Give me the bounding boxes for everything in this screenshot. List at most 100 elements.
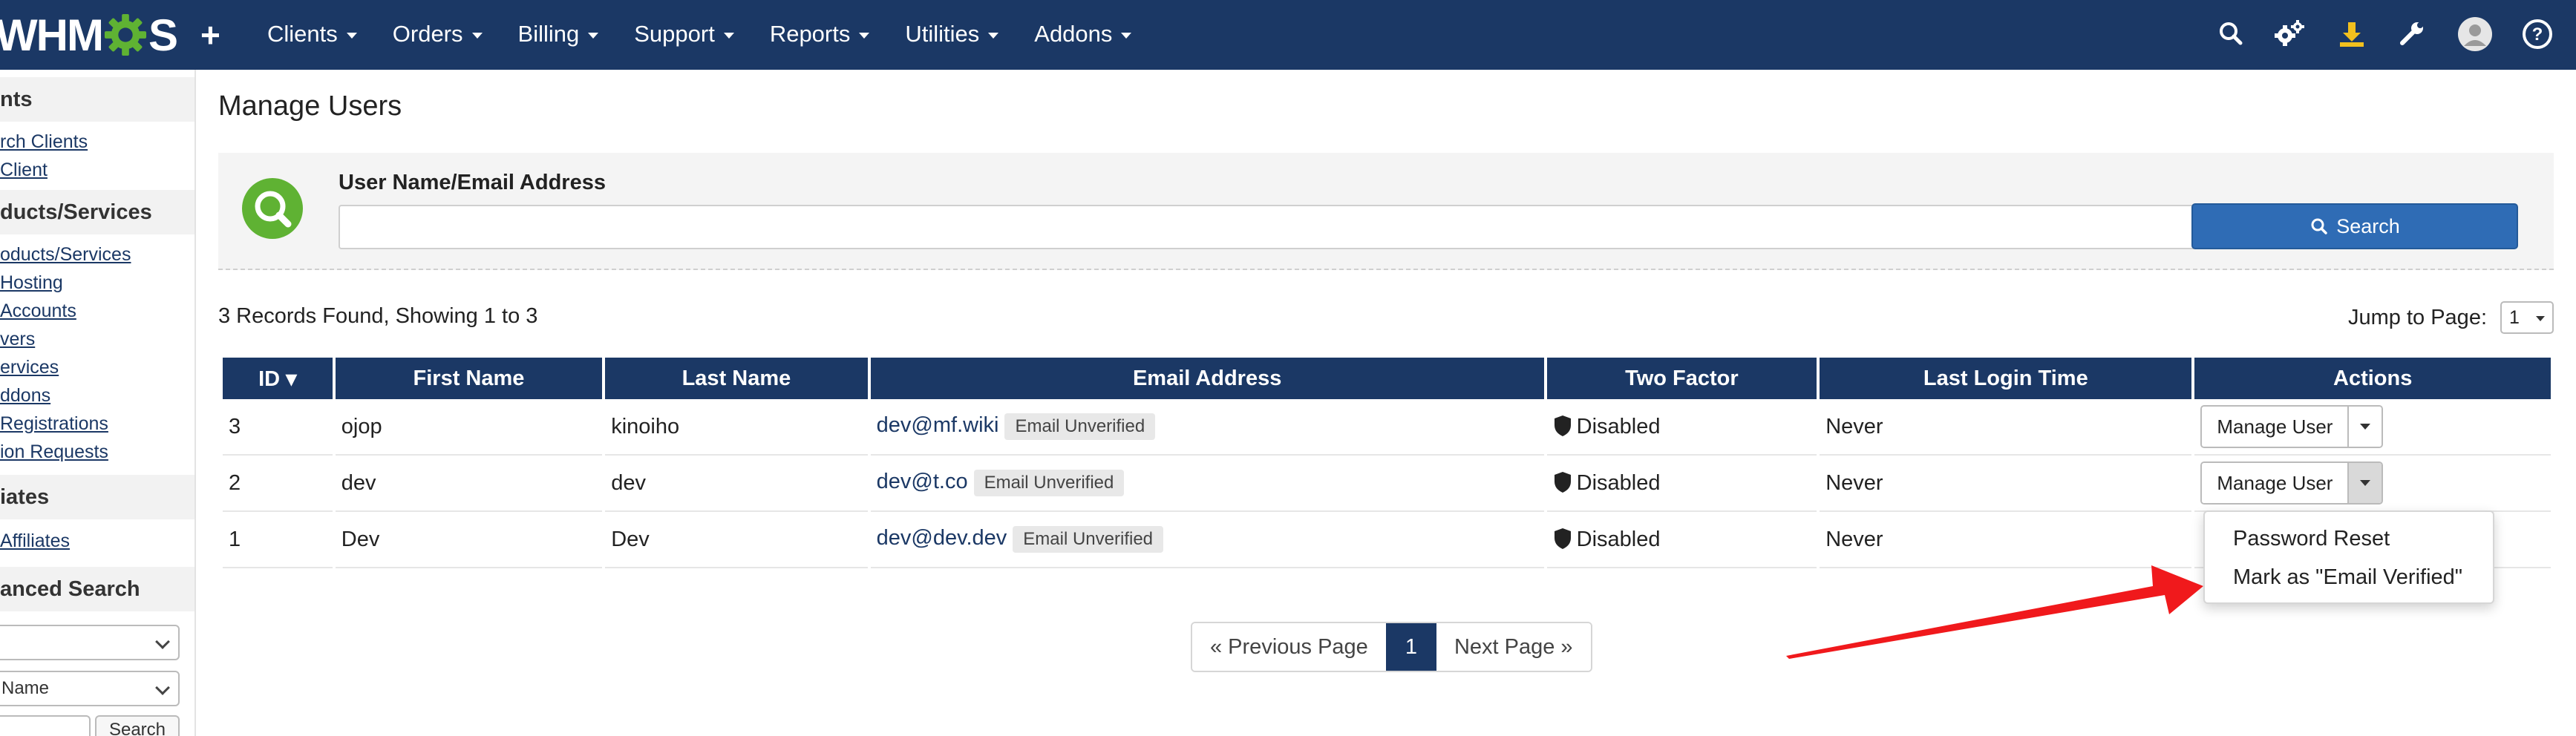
column-header-email[interactable]: Email Address [870, 358, 1544, 399]
advanced-search-input[interactable] [0, 715, 91, 736]
logo-text-left: WHM [0, 10, 104, 60]
chevron-down-icon [155, 634, 170, 649]
column-header-actions: Actions [2194, 358, 2551, 399]
add-new-button[interactable]: + [200, 13, 220, 56]
sidebar-link-products-services[interactable]: oducts/Services [0, 240, 194, 269]
sidebar-link-cancellation-requests[interactable]: ion Requests [0, 438, 194, 466]
search-field-label: User Name/Email Address [339, 171, 606, 194]
advanced-search-field-select[interactable]: Name [0, 671, 180, 706]
previous-page-button[interactable]: « Previous Page [1192, 623, 1386, 671]
menu-support[interactable]: Support [634, 21, 734, 47]
manage-user-button[interactable]: Manage User [2202, 407, 2348, 447]
sidebar-link-services[interactable]: ervices [0, 353, 194, 381]
manage-user-button[interactable]: Manage User [2202, 463, 2348, 503]
sidebar-products-section: ducts/Services oducts/Services Hosting A… [0, 190, 194, 466]
email-link[interactable]: dev@t.co [877, 470, 968, 493]
cell-two-factor: Disabled [1546, 399, 1817, 456]
menu-support-label: Support [634, 21, 715, 47]
column-header-two-factor[interactable]: Two Factor [1546, 358, 1817, 399]
user-search-input[interactable] [339, 205, 2269, 249]
menu-billing-label: Billing [517, 21, 580, 47]
top-navbar: WHM S + Clients Orders Billing Support R… [0, 0, 2576, 70]
dropdown-item-mark-email-verified[interactable]: Mark as "Email Verified" [2233, 565, 2462, 590]
advanced-search-type-select[interactable] [0, 625, 180, 660]
sidebar-link-affiliates[interactable]: Affiliates [0, 527, 194, 555]
cell-last-login: Never [1820, 456, 2192, 512]
search-icon[interactable] [2215, 18, 2248, 50]
column-header-id[interactable]: ID ▾ [223, 358, 333, 399]
column-header-first-name[interactable]: First Name [335, 358, 603, 399]
logo-gear-icon [104, 13, 146, 56]
caret-down-icon [471, 33, 483, 39]
cell-id: 3 [223, 399, 333, 456]
records-summary: 3 Records Found, Showing 1 to 3 [218, 304, 538, 328]
sidebar-link-addons[interactable]: ddons [0, 381, 194, 410]
manage-user-button-group: Manage User [2200, 405, 2384, 448]
sidebar-heading-products: ducts/Services [0, 190, 194, 234]
help-icon[interactable]: ? [2521, 18, 2554, 50]
menu-orders[interactable]: Orders [393, 21, 483, 47]
sidebar-heading-clients: nts [0, 77, 194, 122]
menu-addons[interactable]: Addons [1034, 21, 1132, 47]
shield-icon [1554, 528, 1571, 549]
cell-email: dev@mf.wiki Email Unverified [870, 399, 1544, 456]
menu-orders-label: Orders [392, 21, 463, 47]
cell-two-factor: Disabled [1546, 512, 1817, 568]
caret-down-icon [346, 33, 357, 39]
advanced-search-button[interactable]: Search [95, 715, 180, 736]
column-header-last-name[interactable]: Last Name [605, 358, 868, 399]
jump-to-page-value: 1 [2509, 306, 2520, 328]
caret-down-icon [2360, 424, 2371, 430]
cell-last-login: Never [1820, 512, 2192, 568]
cell-last-name: dev [605, 456, 868, 512]
cell-actions: Manage User [2194, 399, 2551, 456]
shield-icon [1554, 415, 1571, 436]
sidebar-link-registrations[interactable]: Registrations [0, 410, 194, 438]
sidebar-link-accounts[interactable]: Accounts [0, 297, 194, 325]
menu-reports[interactable]: Reports [770, 21, 870, 47]
column-header-last-login[interactable]: Last Login Time [1820, 358, 2192, 399]
logo-text-right: S [148, 10, 178, 60]
manage-user-button-group: Manage User [2200, 461, 2384, 505]
caret-down-icon [723, 33, 734, 39]
next-page-button[interactable]: Next Page » [1436, 623, 1591, 671]
cell-id: 1 [223, 512, 333, 568]
wrench-icon[interactable] [2395, 18, 2428, 50]
search-button[interactable]: Search [2191, 203, 2518, 249]
sidebar-link-servers[interactable]: vers [0, 325, 194, 353]
svg-text:?: ? [2532, 24, 2543, 45]
menu-utilities[interactable]: Utilities [905, 21, 999, 47]
sidebar-link-add-client[interactable]: Client [0, 156, 194, 184]
two-factor-status: Disabled [1576, 414, 1661, 438]
sidebar-link-hosting[interactable]: Hosting [0, 269, 194, 297]
menu-billing[interactable]: Billing [518, 21, 599, 47]
sidebar-affiliates-section: iates Affiliates [0, 475, 194, 555]
main-menu: Clients Orders Billing Support Reports U… [267, 21, 1167, 47]
whmcs-logo[interactable]: WHM S [0, 10, 178, 60]
cell-first-name: dev [335, 456, 603, 512]
cell-two-factor: Disabled [1546, 456, 1817, 512]
chevron-down-icon [155, 680, 170, 695]
table-header-row: ID ▾ First Name Last Name Email Address … [223, 358, 2551, 399]
cell-last-name: Dev [605, 512, 868, 568]
sidebar-clients-section: nts rch Clients Client [0, 77, 194, 184]
caret-down-icon [1121, 33, 1132, 39]
sidebar-heading-affiliates: iates [0, 475, 194, 519]
email-link[interactable]: dev@dev.dev [877, 526, 1007, 550]
menu-clients[interactable]: Clients [267, 21, 357, 47]
dropdown-item-password-reset[interactable]: Password Reset [2233, 527, 2390, 551]
cogs-icon[interactable] [2273, 18, 2306, 50]
jump-to-page: Jump to Page: 1 [2348, 301, 2554, 334]
jump-to-page-select[interactable]: 1 [2500, 301, 2554, 334]
page-title: Manage Users [218, 91, 402, 122]
sidebar-link-search-clients[interactable]: rch Clients [0, 128, 194, 156]
email-link[interactable]: dev@mf.wiki [877, 413, 999, 437]
current-page-button[interactable]: 1 [1385, 623, 1436, 671]
caret-down-icon [2360, 480, 2371, 486]
user-avatar-icon[interactable] [2457, 16, 2493, 52]
manage-user-dropdown-toggle[interactable] [2347, 463, 2382, 503]
manage-user-dropdown-toggle[interactable] [2347, 407, 2382, 447]
search-icon [2311, 218, 2327, 234]
download-icon[interactable] [2335, 18, 2368, 50]
two-factor-status: Disabled [1576, 470, 1661, 495]
